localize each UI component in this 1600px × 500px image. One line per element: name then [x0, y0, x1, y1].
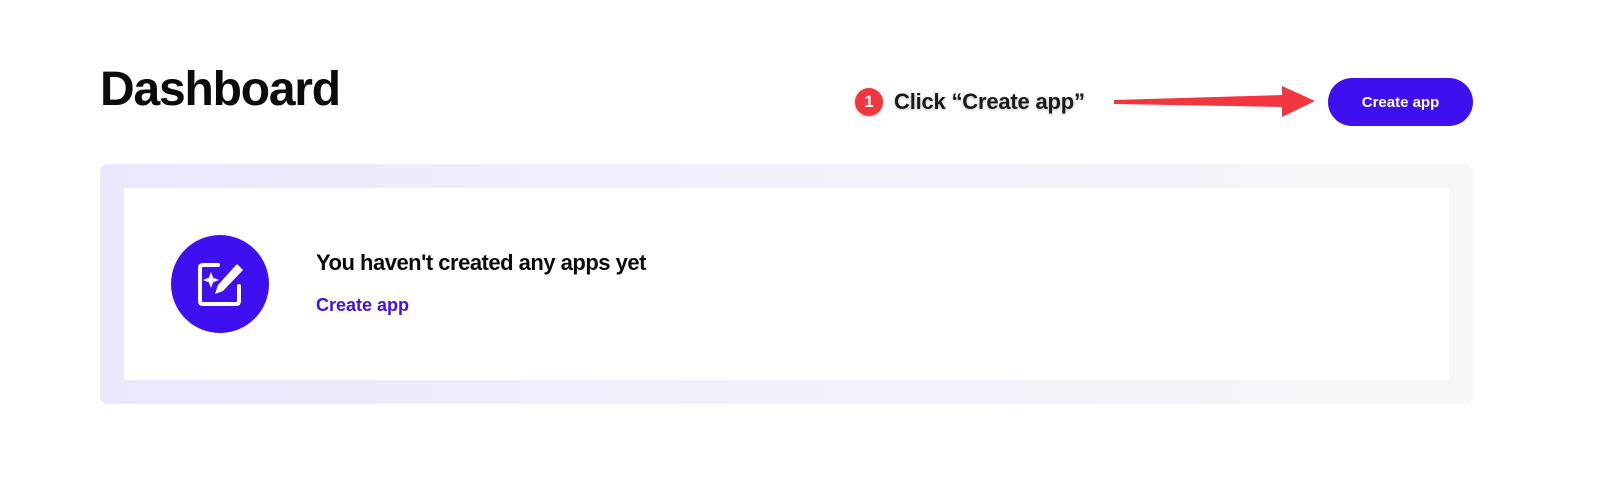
empty-state-card: You haven't created any apps yet Create …: [124, 188, 1449, 380]
step-number-badge: 1: [855, 88, 883, 116]
edit-sparkle-icon: [171, 235, 269, 333]
empty-state-panel: You haven't created any apps yet Create …: [100, 164, 1473, 404]
callout-instruction: Click “Create app”: [894, 89, 1085, 114]
create-app-button[interactable]: Create app: [1328, 78, 1473, 126]
pointer-arrow-icon: [1114, 86, 1315, 117]
create-app-link[interactable]: Create app: [316, 295, 409, 316]
empty-state-heading: You haven't created any apps yet: [316, 250, 646, 275]
page-title: Dashboard: [100, 63, 341, 116]
tutorial-callout: 1 Click “Create app”: [855, 86, 1085, 118]
